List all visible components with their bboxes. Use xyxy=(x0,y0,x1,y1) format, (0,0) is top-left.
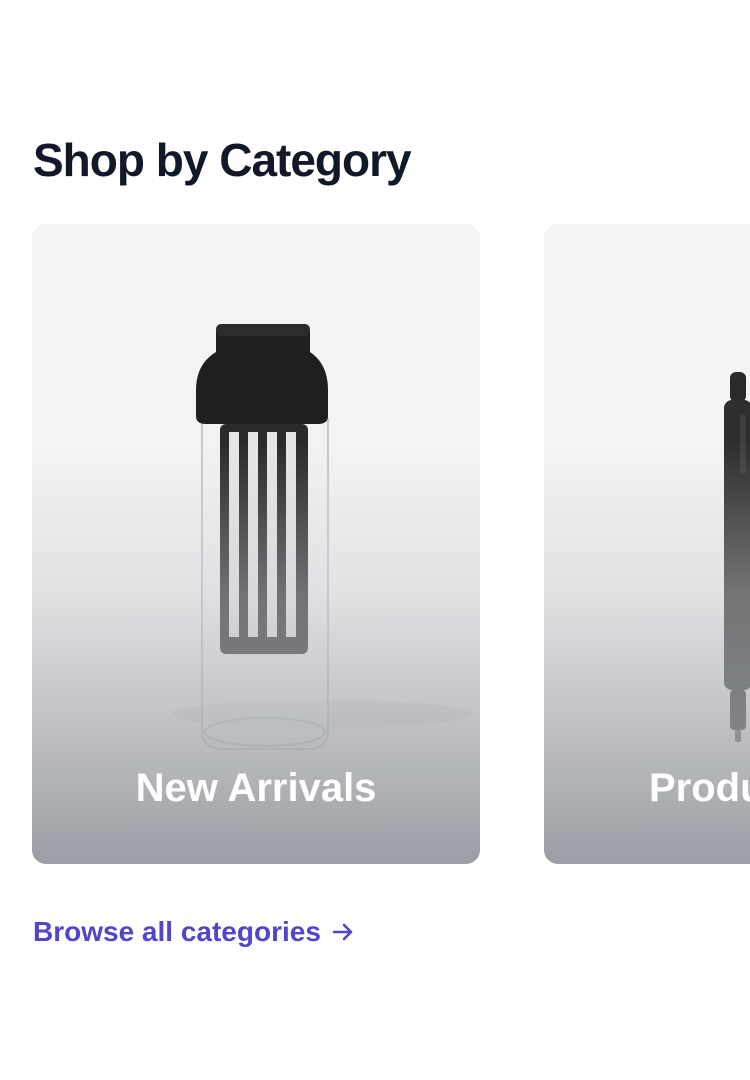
browse-all-categories-link[interactable]: Browse all categories xyxy=(33,914,355,950)
section-title: Shop by Category xyxy=(33,134,412,186)
category-card-productivity[interactable]: Productivity xyxy=(544,224,750,864)
category-label: Productivity xyxy=(649,766,750,810)
category-carousel[interactable]: New Arrivals Productivity xyxy=(0,224,750,864)
arrow-right-icon xyxy=(332,923,353,941)
browse-link-label: Browse all categories xyxy=(33,916,321,947)
category-label: New Arrivals xyxy=(135,766,377,810)
category-card-new-arrivals[interactable]: New Arrivals xyxy=(32,224,480,864)
